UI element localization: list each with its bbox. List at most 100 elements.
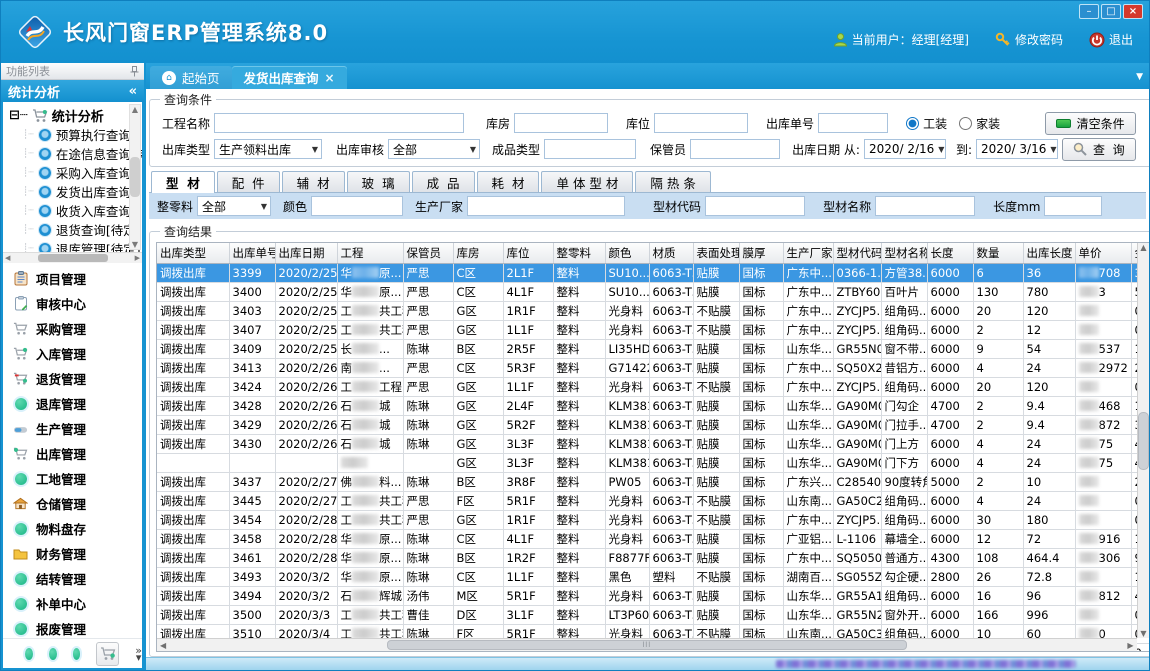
material-tab-玻璃[interactable]: 玻 璃 (347, 171, 410, 192)
profile-name-input[interactable] (875, 196, 975, 216)
sidebar-item-入库管理[interactable]: 入库管理 (3, 341, 142, 366)
search-button[interactable]: 查 询 (1062, 138, 1136, 161)
column-header-库位[interactable]: 库位 (503, 243, 553, 263)
table-row[interactable]: 调拨出库34242020/2/26工工程严思G区1L1F整料光身料6063-T5… (157, 377, 1149, 396)
logout-button[interactable]: 退出 (1089, 31, 1133, 48)
quick-cart-button[interactable] (96, 642, 119, 666)
close-button[interactable]: × (1123, 4, 1143, 19)
column-header-膜厚[interactable]: 膜厚 (739, 243, 783, 263)
tree-horizontal-scrollbar[interactable]: ◀ ▶ (3, 252, 142, 263)
table-row[interactable]: 调拨出库34092020/2/25长...陈琳B区2R5F整料LI35HD606… (157, 339, 1149, 358)
quick-module-dot-icon[interactable] (73, 648, 81, 660)
tab-close-icon[interactable]: × (325, 71, 335, 85)
sidebar-item-仓储管理[interactable]: 仓储管理 (3, 491, 142, 516)
column-header-型材代码[interactable]: 型材代码 (833, 243, 881, 263)
product-type-input[interactable] (544, 139, 636, 159)
sidebar-item-审核中心[interactable]: 审核中心 (3, 291, 142, 316)
table-row[interactable]: 调拨出库34612020/2/28华原...陈琳B区1R2F整料F8877FT6… (157, 548, 1149, 567)
column-header-材质[interactable]: 材质 (649, 243, 693, 263)
part-select[interactable]: 全部▼ (197, 196, 271, 216)
project-name-input[interactable] (214, 113, 464, 133)
sidebar-item-生产管理[interactable]: 生产管理 (3, 416, 142, 441)
industrial-radio[interactable] (906, 117, 919, 130)
tree-item-预算执行查询[interactable]: ┊┈预算执行查询 (9, 125, 128, 144)
material-tab-型材[interactable]: 型 材 (151, 171, 215, 193)
table-row[interactable]: 调拨出库34542020/2/28工共工程严思G区1R1F整料光身料6063-T… (157, 510, 1149, 529)
table-row[interactable]: 调拨出库34302020/2/26石城陈琳G区3L3F整料KLM38176063… (157, 434, 1149, 453)
sidebar-item-项目管理[interactable]: 项目管理 (3, 266, 142, 291)
material-tab-耗材[interactable]: 耗 材 (477, 171, 540, 192)
column-header-出库类型[interactable]: 出库类型 (157, 243, 229, 263)
warehouse-input[interactable] (514, 113, 608, 133)
table-row[interactable]: 调拨出库34942020/3/2石辉城汤伟M区5R1F整料光身料6063-T5贴… (157, 586, 1149, 605)
column-header-数量[interactable]: 数量 (973, 243, 1023, 263)
collapse-icon[interactable]: « (129, 84, 137, 99)
table-row[interactable]: 调拨出库34582020/2/28华原...陈琳C区4L1F整料光身料6063-… (157, 529, 1149, 548)
tree-item-采购入库查询[interactable]: ┊┈采购入库查询 (9, 163, 128, 182)
column-header-生产厂家[interactable]: 生产厂家 (783, 243, 833, 263)
table-vertical-scrollbar[interactable]: ▲ ▼ (1137, 243, 1150, 638)
minimize-button[interactable]: – (1079, 4, 1099, 19)
quick-module-dot-icon[interactable] (49, 648, 57, 660)
tab-shipping-outbound-query[interactable]: 发货出库查询 × (232, 66, 347, 89)
tree-item-发货出库查询[interactable]: ┊┈发货出库查询 (9, 182, 128, 201)
tree-item-收货入库查询[interactable]: ┊┈收货入库查询 (9, 201, 128, 220)
scroll-right-icon[interactable]: ▶ (135, 254, 140, 262)
material-tab-成品[interactable]: 成 品 (412, 171, 475, 192)
column-header-长度[interactable]: 长度 (927, 243, 973, 263)
table-row[interactable]: 调拨出库35002020/3/3工共工程曹佳D区3L1F整料LT3P606063… (157, 605, 1149, 624)
vertical-scroll-thumb[interactable] (1138, 412, 1149, 470)
quick-module-dot-icon[interactable] (25, 648, 33, 660)
material-tab-单体型材[interactable]: 单 体 型 材 (541, 171, 633, 192)
sidebar-item-退库管理[interactable]: 退库管理 (3, 391, 142, 416)
sidebar-item-结转管理[interactable]: 结转管理 (3, 566, 142, 591)
tree-item-退货查询[待定][interactable]: ┊┈退货查询[待定] (9, 220, 128, 239)
column-header-保管员[interactable]: 保管员 (403, 243, 453, 263)
tree-root-statistics[interactable]: ⊟┈ 统计分析 (9, 106, 128, 125)
maximize-button[interactable]: □ (1101, 4, 1121, 19)
color-input[interactable] (311, 196, 403, 216)
table-horizontal-scrollbar[interactable]: ◀ lll ▶ (157, 638, 1137, 651)
sidebar-item-采购管理[interactable]: 采购管理 (3, 316, 142, 341)
table-row[interactable]: 调拨出库34292020/2/26石城陈琳G区5R2F整料KLM38176063… (157, 415, 1149, 434)
date-to-picker[interactable]: 2020/ 3/16▼ (976, 139, 1058, 159)
sidebar-item-出库管理[interactable]: 出库管理 (3, 441, 142, 466)
out-type-select[interactable]: 生产领料出库▼ (214, 139, 322, 159)
table-row[interactable]: 调拨出库34282020/2/26石城陈琳G区2L4F整料KLM38176063… (157, 396, 1149, 415)
table-row[interactable]: G区3L3F整料KLM38176063-T5贴膜国标山东华...GA90M09.… (157, 453, 1149, 472)
table-row[interactable]: 调拨出库34072020/2/25工共工程严思G区1L1F整料光身料6063-T… (157, 320, 1149, 339)
table-row[interactable]: 调拨出库34372020/2/27佛料...陈琳B区3R8F整料PW056063… (157, 472, 1149, 491)
table-row[interactable]: 调拨出库34932020/3/2华原...陈琳C区1L1F整料黑色塑料不贴膜国标… (157, 567, 1149, 586)
order-no-input[interactable] (818, 113, 888, 133)
pin-icon[interactable] (130, 66, 139, 77)
scroll-up-icon[interactable]: ▲ (132, 105, 138, 114)
horizontal-scroll-thumb[interactable]: lll (387, 640, 907, 650)
material-tab-隔热条[interactable]: 隔 热 条 (635, 171, 710, 192)
scroll-left-icon[interactable]: ◀ (160, 641, 166, 650)
table-row[interactable]: 调拨出库34032020/2/25工共工程严思G区1R1F整料光身料6063-T… (157, 301, 1149, 320)
column-header-出库日期[interactable]: 出库日期 (275, 243, 337, 263)
scroll-right-icon[interactable]: ▶ (1127, 641, 1133, 650)
scroll-up-icon[interactable]: ▲ (1140, 243, 1146, 252)
table-row[interactable]: 调拨出库34452020/2/27工共工程严思F区5R1F整料光身料6063-T… (157, 491, 1149, 510)
clear-conditions-button[interactable]: 清空条件 (1045, 112, 1136, 135)
location-input[interactable] (654, 113, 748, 133)
scroll-down-icon[interactable]: ▼ (1140, 629, 1146, 638)
date-from-picker[interactable]: 2020/ 2/16▼ (864, 139, 946, 159)
tab-list-dropdown-icon[interactable]: ▼ (1136, 72, 1143, 82)
sidebar-item-补单中心[interactable]: 补单中心 (3, 591, 142, 616)
material-tab-配件[interactable]: 配 件 (217, 171, 280, 192)
tab-home[interactable]: ⌂ 起始页 (150, 66, 232, 89)
column-header-颜色[interactable]: 颜色 (605, 243, 649, 263)
sidebar-item-物料盘存[interactable]: 物料盘存 (3, 516, 142, 541)
column-header-单价[interactable]: 单价 (1075, 243, 1131, 263)
more-modules-button[interactable]: »▾ (135, 647, 142, 661)
column-header-工程[interactable]: 工程 (337, 243, 403, 263)
column-header-表面处理[interactable]: 表面处理 (693, 243, 739, 263)
table-row[interactable]: 调拨出库33992020/2/25华原...严思C区2L1F整料SU10...6… (157, 263, 1149, 282)
column-header-库房[interactable]: 库房 (453, 243, 503, 263)
factory-input[interactable] (467, 196, 625, 216)
table-row[interactable]: 调拨出库34132020/2/26南...严思C区5R3F整料G71422606… (157, 358, 1149, 377)
column-header-整零料[interactable]: 整零料 (553, 243, 605, 263)
table-row[interactable]: 调拨出库34002020/2/25华原...严思C区4L1F整料SU10...6… (157, 282, 1149, 301)
